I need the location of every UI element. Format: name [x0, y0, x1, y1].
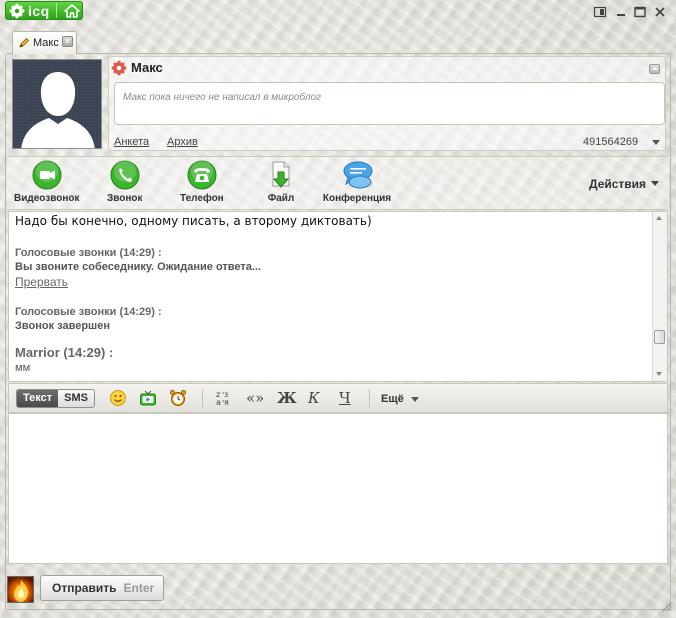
send-file-button[interactable]: Файл — [266, 160, 296, 204]
chevron-down-icon[interactable] — [411, 397, 419, 402]
history-message: Надо бы конечно, одному писать, а втором… — [15, 214, 372, 228]
status-flower-icon — [111, 60, 127, 76]
maximize-icon[interactable] — [633, 6, 647, 18]
send-button[interactable]: Отправить Enter — [40, 575, 164, 601]
alarm-clock-icon[interactable] — [169, 389, 187, 407]
video-call-label: Видеозвонок — [14, 193, 80, 204]
compact-mode-icon[interactable] — [593, 6, 607, 18]
underline-button[interactable]: Ч — [339, 389, 351, 407]
system-message-body: Звонок завершен — [15, 320, 110, 332]
system-message-header: Голосовые звонки (14:29) : — [15, 306, 162, 318]
chevron-down-icon[interactable] — [652, 140, 660, 145]
contact-avatar[interactable] — [12, 59, 102, 149]
system-message-header: Голосовые звонки (14:29) : — [15, 247, 162, 259]
toolbar-divider — [202, 389, 203, 408]
call-button[interactable]: Звонок — [107, 160, 143, 204]
telephone-label: Телефон — [180, 193, 224, 204]
fire-avatar-icon — [14, 580, 29, 602]
close-tab-icon[interactable]: × — [62, 36, 73, 47]
resize-grip-icon[interactable] — [660, 600, 672, 612]
pencil-icon — [19, 37, 30, 48]
svg-text:я: я — [224, 398, 229, 407]
archive-link[interactable]: Архив — [167, 136, 198, 148]
phone-handset-icon — [110, 160, 140, 190]
default-avatar-icon — [13, 60, 101, 148]
scroll-thumb[interactable] — [654, 330, 665, 344]
more-menu-button[interactable]: Ещё — [381, 393, 404, 405]
file-label: Файл — [267, 193, 295, 204]
send-shortcut-hint: Enter — [123, 581, 155, 595]
history-scrollbar[interactable] — [652, 212, 667, 381]
message-mode-toggle[interactable]: Текст SMS — [16, 389, 95, 408]
home-icon[interactable] — [63, 3, 80, 18]
smiley-icon[interactable] — [109, 389, 127, 407]
divider — [55, 3, 57, 18]
compose-toolbar — [8, 383, 668, 413]
profile-link[interactable]: Анкета — [114, 136, 149, 148]
scroll-up-icon[interactable] — [656, 216, 662, 220]
translit-icon[interactable]: z з a я — [215, 389, 233, 407]
tab-chat-maks[interactable]: Макс × — [12, 31, 77, 54]
conference-button[interactable]: Конференция — [322, 160, 392, 204]
tab-label: Макс — [33, 37, 59, 49]
message-input[interactable] — [8, 413, 668, 564]
minimize-icon[interactable] — [614, 6, 628, 18]
collapse-card-button[interactable] — [649, 64, 660, 74]
close-window-icon[interactable] — [653, 6, 667, 18]
italic-button[interactable]: К — [308, 389, 320, 407]
icq-brand-label: icq — [28, 2, 50, 19]
history-message: мм — [15, 362, 31, 374]
cancel-call-link[interactable]: Прервать — [15, 275, 651, 289]
contact-uin[interactable]: 491564269 — [583, 136, 638, 148]
send-label: Отправить — [52, 581, 117, 595]
scroll-down-icon[interactable] — [656, 372, 662, 376]
microblog-status: Макс пока ничего не написал в микроблог — [114, 82, 665, 125]
chevron-down-icon[interactable] — [651, 181, 659, 186]
video-call-icon — [32, 160, 62, 190]
file-icon — [272, 161, 290, 188]
message-author: Marrior (14:29) : — [15, 345, 114, 360]
conference-icon — [343, 161, 373, 189]
call-label: Звонок — [107, 193, 143, 204]
quotes-button[interactable]: «» — [246, 389, 264, 407]
video-call-button[interactable]: Видеозвонок — [14, 160, 80, 204]
telephone-icon — [187, 160, 217, 190]
icq-flower-icon — [9, 3, 25, 18]
icq-menu-button[interactable]: icq — [5, 1, 83, 20]
mode-sms-button[interactable]: SMS — [58, 390, 94, 407]
contact-name: Макс — [131, 60, 163, 75]
mode-text-button[interactable]: Текст — [17, 390, 59, 407]
tv-animation-icon[interactable] — [139, 389, 157, 407]
telephone-button[interactable]: Телефон — [180, 160, 224, 204]
system-message-body: Вы звоните собеседнику. Ожидание ответа.… — [15, 261, 262, 273]
my-avatar[interactable] — [7, 576, 34, 603]
chat-history[interactable]: Надо бы конечно, одному писать, а втором… — [8, 211, 668, 382]
svg-text:a: a — [216, 398, 221, 407]
actions-menu-button[interactable]: Действия — [589, 177, 646, 191]
bold-button[interactable]: Ж — [277, 389, 297, 407]
toolbar-divider — [369, 389, 370, 408]
conference-label: Конференция — [322, 193, 392, 204]
